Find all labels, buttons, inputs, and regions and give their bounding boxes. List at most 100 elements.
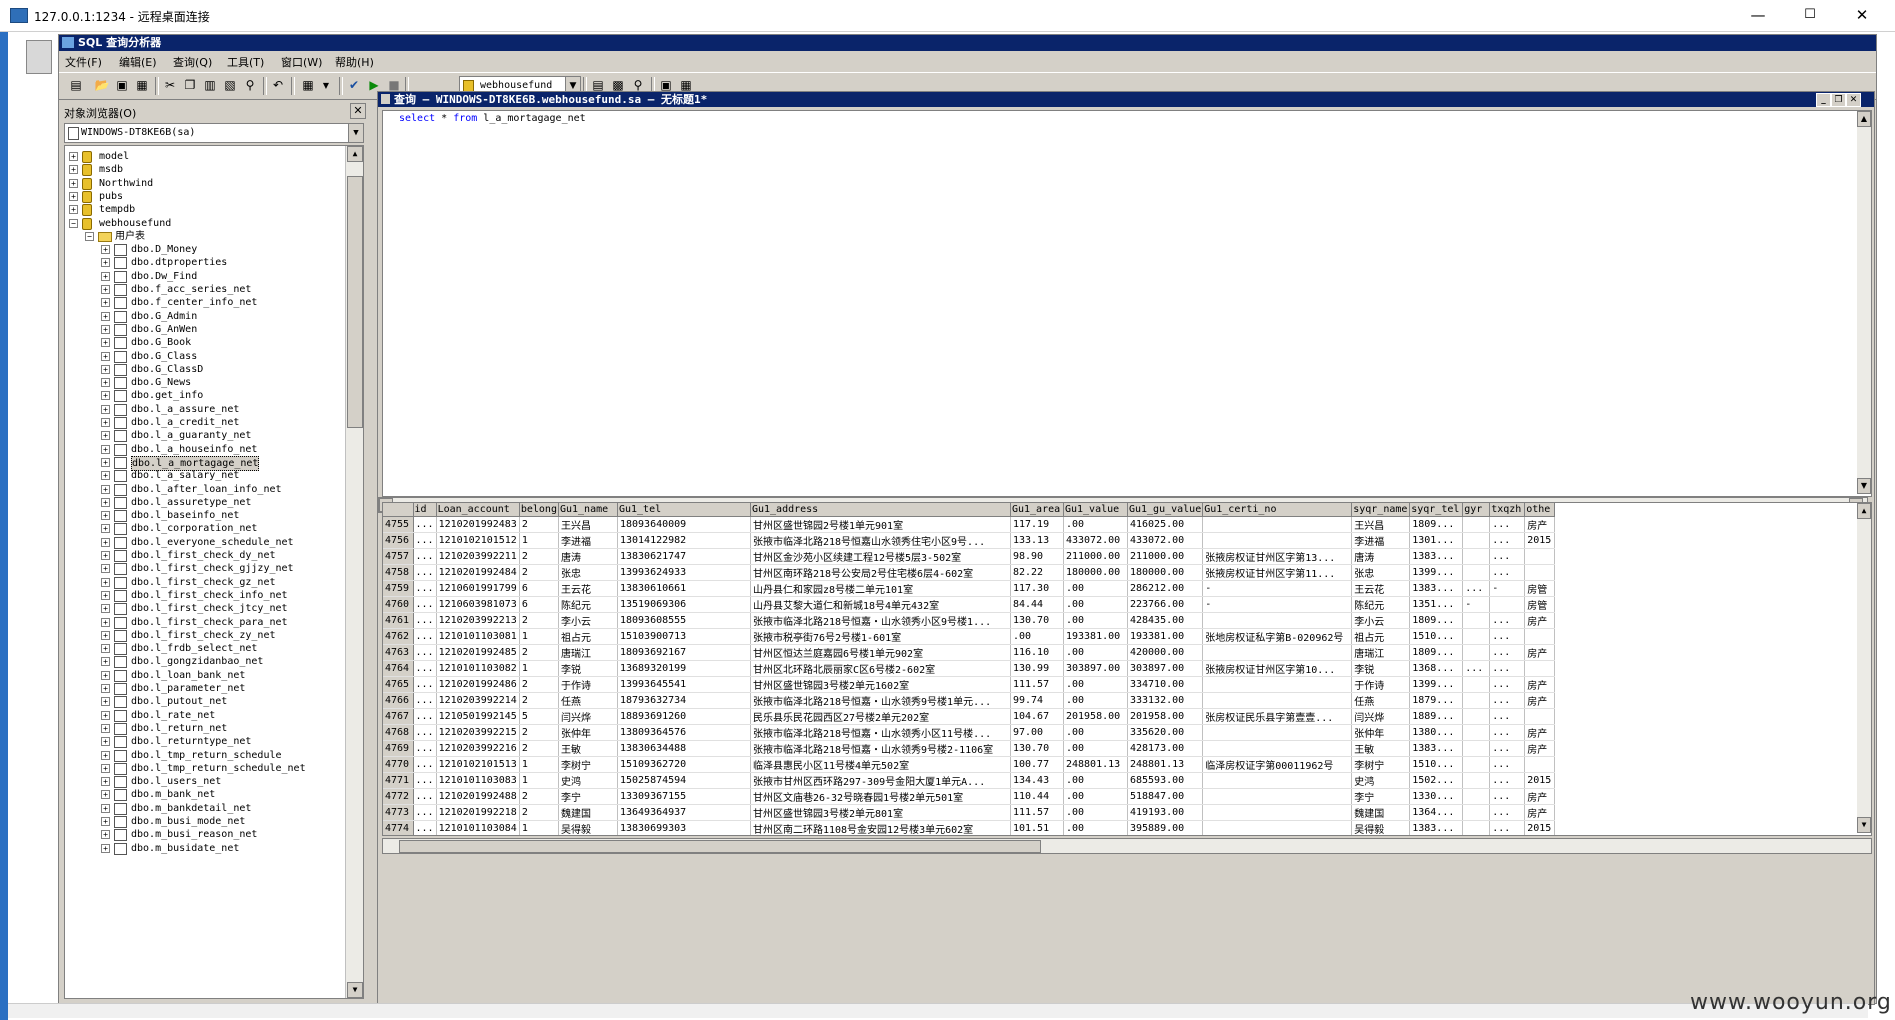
- table-cell[interactable]: 王兴昌: [1351, 516, 1411, 533]
- expand-icon[interactable]: +: [101, 697, 110, 706]
- table-cell[interactable]: ...: [1489, 516, 1526, 533]
- row-number[interactable]: 4771: [383, 772, 414, 789]
- row-number[interactable]: 4765: [383, 676, 414, 693]
- table-cell[interactable]: 111.57: [1010, 804, 1064, 821]
- table-cell[interactable]: 13830634488: [617, 740, 751, 757]
- expand-icon[interactable]: +: [101, 485, 110, 494]
- expand-icon[interactable]: +: [101, 578, 110, 587]
- table-cell[interactable]: 180000.00: [1127, 564, 1204, 581]
- table-cell[interactable]: 223766.00: [1127, 596, 1204, 613]
- expand-icon[interactable]: +: [101, 830, 110, 839]
- table-cell[interactable]: 201958.00: [1063, 708, 1128, 725]
- table-cell[interactable]: 1383...: [1409, 548, 1464, 565]
- expand-icon[interactable]: +: [101, 325, 110, 334]
- column-header[interactable]: Gu1_gu_value: [1127, 503, 1204, 517]
- table-cell[interactable]: 13830699303: [617, 820, 751, 835]
- object-tree[interactable]: + model + msdb + Northwind + pubs + tempdb − webhou…: [64, 145, 364, 999]
- table-cell[interactable]: 甘州区盛世锦园3号楼2单元1602室: [750, 676, 1011, 693]
- table-cell[interactable]: 甘州区盛世锦园2号楼1单元901室: [750, 516, 1011, 533]
- row-number[interactable]: 4766: [383, 692, 414, 709]
- table-cell[interactable]: ...: [413, 788, 437, 805]
- table-cell[interactable]: 闫兴烨: [1351, 708, 1411, 725]
- table-cell[interactable]: 180000.00: [1063, 564, 1128, 581]
- table-cell[interactable]: 2: [519, 612, 559, 629]
- table-cell[interactable]: 111.57: [1010, 676, 1064, 693]
- scrollbar-thumb[interactable]: [347, 176, 363, 428]
- table-cell[interactable]: ...: [413, 708, 437, 725]
- table-cell[interactable]: 333132.00: [1127, 692, 1204, 709]
- table-cell[interactable]: 1889...: [1409, 708, 1464, 725]
- row-number[interactable]: 4755: [383, 516, 414, 533]
- table-cell[interactable]: [1462, 548, 1491, 565]
- table-cell[interactable]: 84.44: [1010, 596, 1064, 613]
- table-cell[interactable]: 史鸿: [558, 772, 618, 789]
- save-icon[interactable]: ▣: [113, 77, 131, 94]
- table-cell[interactable]: ...: [1489, 788, 1526, 805]
- table-cell[interactable]: 张掖市临泽北路218号恒嘉・山水领秀9号楼2-1106室: [750, 740, 1011, 757]
- table-cell[interactable]: 248801.13: [1127, 756, 1204, 773]
- open-icon[interactable]: 📂: [93, 77, 111, 94]
- row-number[interactable]: 4762: [383, 628, 414, 645]
- table-cell[interactable]: 张掖房权证甘州区字第11...: [1202, 564, 1353, 581]
- table-cell[interactable]: .00: [1063, 644, 1128, 661]
- column-header[interactable]: Gu1_name: [558, 503, 618, 517]
- table-cell[interactable]: 433072.00: [1063, 532, 1128, 549]
- table-cell[interactable]: 房产: [1524, 804, 1556, 821]
- results-horizontal-scrollbar[interactable]: [382, 838, 1872, 854]
- table-cell[interactable]: 甘州区恒达兰庭嘉园6号楼1单元902室: [750, 644, 1011, 661]
- table-cell[interactable]: .00: [1063, 724, 1128, 741]
- table-cell[interactable]: 房管: [1524, 580, 1556, 597]
- table-cell[interactable]: 15103900713: [617, 628, 751, 645]
- table-row[interactable]: 4763... 1210201992485 2 唐瑞江 18093692167 甘州区恒达…: [383, 644, 1556, 661]
- table-cell[interactable]: ...: [1489, 692, 1526, 709]
- table-cell[interactable]: [1462, 804, 1491, 821]
- table-cell[interactable]: 420000.00: [1127, 644, 1204, 661]
- expand-icon[interactable]: +: [101, 804, 110, 813]
- table-cell[interactable]: 15025874594: [617, 772, 751, 789]
- scroll-up-icon[interactable]: ▲: [1857, 503, 1871, 519]
- table-cell[interactable]: 甘州区金沙苑小区续建工程12号楼5层3-502室: [750, 548, 1011, 565]
- table-cell[interactable]: ...: [413, 644, 437, 661]
- table-cell[interactable]: 1: [519, 628, 559, 645]
- table-cell[interactable]: 193381.00: [1127, 628, 1204, 645]
- column-header[interactable]: syqr_tel: [1409, 503, 1464, 517]
- table-cell[interactable]: ...: [413, 660, 437, 677]
- restore-icon[interactable]: ❐: [1831, 93, 1846, 107]
- table-cell[interactable]: 1210101103082: [436, 660, 520, 677]
- table-cell[interactable]: ...: [413, 740, 437, 757]
- menu-help[interactable]: 帮助(H): [335, 54, 374, 70]
- expand-icon[interactable]: +: [101, 751, 110, 760]
- table-cell[interactable]: [1202, 612, 1353, 629]
- column-header[interactable]: Loan_account: [436, 503, 520, 517]
- table-cell[interactable]: 祖占元: [558, 628, 618, 645]
- table-cell[interactable]: [1524, 756, 1556, 773]
- table-cell[interactable]: [1202, 692, 1353, 709]
- tree-scrollbar[interactable]: ▲ ▼: [345, 146, 363, 998]
- table-cell[interactable]: .00: [1063, 612, 1128, 629]
- table-cell[interactable]: ...: [413, 676, 437, 693]
- table-cell[interactable]: 2: [519, 564, 559, 581]
- table-cell[interactable]: 1399...: [1409, 564, 1464, 581]
- table-cell[interactable]: ...: [413, 628, 437, 645]
- expand-icon[interactable]: +: [69, 179, 78, 188]
- expand-icon[interactable]: +: [101, 431, 110, 440]
- table-cell[interactable]: 101.51: [1010, 820, 1064, 835]
- results-mode-icon[interactable]: ▦: [299, 77, 317, 94]
- table-cell[interactable]: 1210201992488: [436, 788, 520, 805]
- row-number[interactable]: 4757: [383, 548, 414, 565]
- server-select[interactable]: WINDOWS-DT8KE6B(sa) ▼: [64, 123, 364, 143]
- table-row[interactable]: 4762... 1210101103081 1 祖占元 15103900713 张掖市税亭…: [383, 628, 1556, 645]
- table-cell[interactable]: 李锐: [1351, 660, 1411, 677]
- table-cell[interactable]: .00: [1063, 676, 1128, 693]
- collapse-icon[interactable]: −: [85, 232, 94, 241]
- table-cell[interactable]: 民乐县乐民花园西区27号楼2单元202室: [750, 708, 1011, 725]
- table-cell[interactable]: 甘州区盛世锦园3号楼2单元801室: [750, 804, 1011, 821]
- table-cell[interactable]: -: [1202, 596, 1353, 613]
- table-cell[interactable]: 1210201992486: [436, 676, 520, 693]
- table-cell[interactable]: [1462, 612, 1491, 629]
- table-cell[interactable]: 117.30: [1010, 580, 1064, 597]
- table-row[interactable]: 4757... 1210203992211 2 唐涛 13830621747 甘州区金沙苑…: [383, 548, 1556, 565]
- table-cell[interactable]: 1330...: [1409, 788, 1464, 805]
- table-cell[interactable]: ...: [413, 516, 437, 533]
- expand-icon[interactable]: +: [101, 657, 110, 666]
